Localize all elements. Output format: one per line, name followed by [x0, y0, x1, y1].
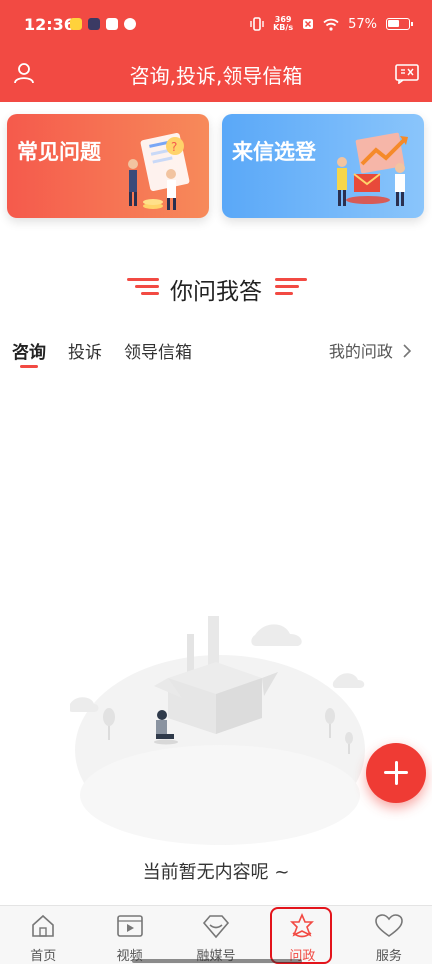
- nav-item-media[interactable]: 融媒号: [173, 906, 259, 964]
- chevron-right-icon: [403, 344, 412, 358]
- section-title: 你问我答: [170, 279, 262, 305]
- status-bar: 12:36 369 KB/s 57%: [0, 0, 432, 48]
- app-notification-icon: [106, 18, 118, 30]
- status-right: 369 KB/s 57%: [250, 16, 413, 32]
- active-tab-highlight: [270, 907, 332, 964]
- speed-unit: KB/s: [273, 23, 294, 32]
- battery-percent: 57%: [348, 16, 377, 32]
- letters-illustration: [337, 132, 408, 206]
- bottom-nav: 首页 视频 融媒号 问政 服务: [0, 905, 432, 964]
- add-question-button[interactable]: [366, 743, 426, 803]
- media-icon: [202, 915, 230, 939]
- status-time: 12:36: [24, 15, 75, 34]
- empty-state-illustration: [70, 616, 365, 845]
- nav-item-home[interactable]: 首页: [0, 906, 86, 964]
- nav-label-home: 首页: [30, 949, 57, 964]
- app-notification-icon: [88, 18, 100, 30]
- sim-icon: [303, 19, 314, 29]
- page-title: 咨询,投诉,领导信箱: [129, 64, 303, 88]
- app-notification-icon: [70, 18, 82, 30]
- tab-leader-mailbox[interactable]: 领导信箱: [124, 338, 192, 363]
- app-notification-icon: [124, 18, 136, 30]
- app-header: 12:36 369 KB/s 57% 咨询,投诉,领导信箱: [0, 0, 432, 102]
- nav-label-service: 服务: [375, 949, 402, 964]
- vibrate-icon: [250, 17, 264, 31]
- nav-item-service[interactable]: 服务: [346, 906, 432, 964]
- heart-icon: [375, 914, 403, 937]
- nav-item-video[interactable]: 视频: [86, 906, 172, 964]
- wifi-icon: [323, 18, 339, 31]
- letters-banner[interactable]: 来信选登: [222, 114, 424, 218]
- faq-banner-label: 常见问题: [17, 140, 101, 164]
- title-decoration-right: [275, 278, 307, 296]
- tab-consult[interactable]: 咨询: [12, 338, 46, 368]
- network-speed: 369 KB/s: [273, 16, 293, 32]
- faq-illustration: ?: [128, 132, 190, 210]
- question-tabs: 咨询 投诉 领导信箱: [12, 338, 192, 368]
- svg-text:?: ?: [171, 140, 177, 154]
- empty-state-text: 当前暂无内容呢 ~: [142, 862, 290, 883]
- home-icon: [32, 914, 55, 937]
- battery-icon: [386, 18, 413, 30]
- notification-icons: [70, 18, 136, 30]
- tab-complaint[interactable]: 投诉: [68, 338, 102, 363]
- my-questions-label: 我的问政: [328, 342, 393, 361]
- my-questions-link[interactable]: 我的问政: [329, 338, 412, 362]
- letters-banner-label: 来信选登: [232, 140, 316, 164]
- mail-icon[interactable]: [394, 62, 420, 84]
- video-icon: [116, 915, 143, 937]
- faq-banner[interactable]: 常见问题 ?: [7, 114, 209, 218]
- home-indicator: [132, 959, 302, 963]
